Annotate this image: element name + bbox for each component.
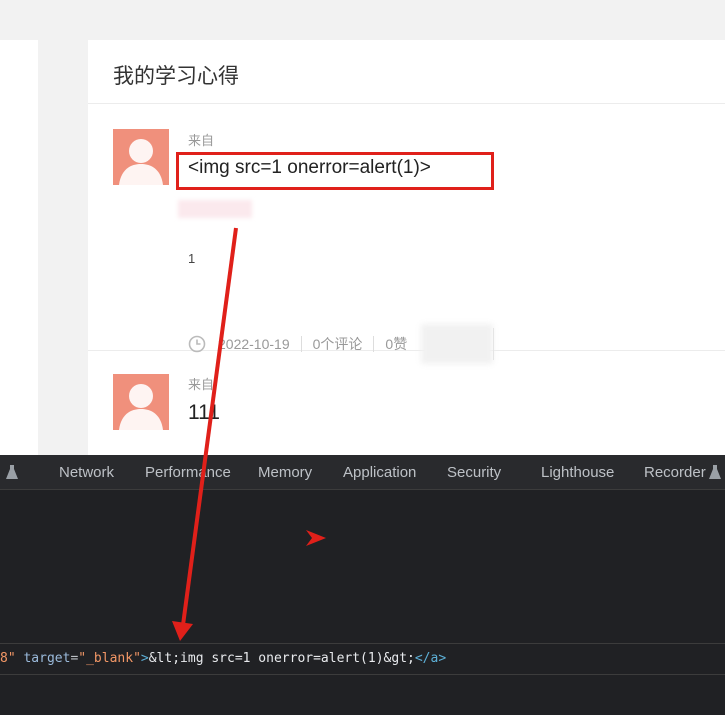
code-attr-name: target [23,651,71,666]
avatar[interactable] [113,129,169,185]
blurred-author [178,200,252,218]
post-title[interactable]: 111 [188,401,220,425]
devtools-panel: Network Performance Memory Application S… [0,455,725,715]
code-prefix: 8" [0,651,16,666]
user-avatar-icon [119,139,163,185]
flask-icon [709,465,721,479]
tab-network[interactable]: Network [59,464,114,481]
post-body: 1 [188,251,196,266]
study-notes-card: 我的学习心得 来自 <img src=1 onerror=alert(1)> 1… [88,40,725,460]
tab-application[interactable]: Application [343,464,416,481]
code-escaped-text: &lt;img src=1 onerror=alert(1)&gt; [148,651,415,666]
avatar[interactable] [113,374,169,430]
left-panel [0,40,38,460]
elements-code-line[interactable]: 8" target="_blank">&lt;img src=1 onerror… [0,643,725,675]
post-source-label: 来自 [188,133,215,148]
tab-recorder[interactable]: Recorder [644,464,706,481]
card-header: 我的学习心得 [88,40,725,104]
flask-icon [6,465,18,479]
devtools-tabbar: Network Performance Memory Application S… [0,455,725,490]
code-attr-value: "_blank" [78,651,141,666]
code-end-tag: </a> [414,651,447,666]
highlight-box [176,152,494,190]
post-source-label: 来自 [188,377,215,392]
meta-divider [373,336,375,352]
code-tag-close: > [140,651,149,666]
tab-security[interactable]: Security [447,464,501,481]
post-item: 来自 <img src=1 onerror=alert(1)> 1 2022-1… [88,104,725,364]
html-source: 8" target="_blank">&lt;img src=1 onerror… [0,651,446,666]
page-title: 我的学习心得 [113,65,239,88]
user-avatar-icon [119,384,163,430]
post-item: 来自 111 学习 [88,351,725,460]
post-date: 2022-10-19 [218,336,290,352]
tab-memory[interactable]: Memory [258,464,312,481]
tab-lighthouse[interactable]: Lighthouse [541,464,614,481]
tab-performance[interactable]: Performance [145,464,231,481]
meta-divider [300,336,302,352]
